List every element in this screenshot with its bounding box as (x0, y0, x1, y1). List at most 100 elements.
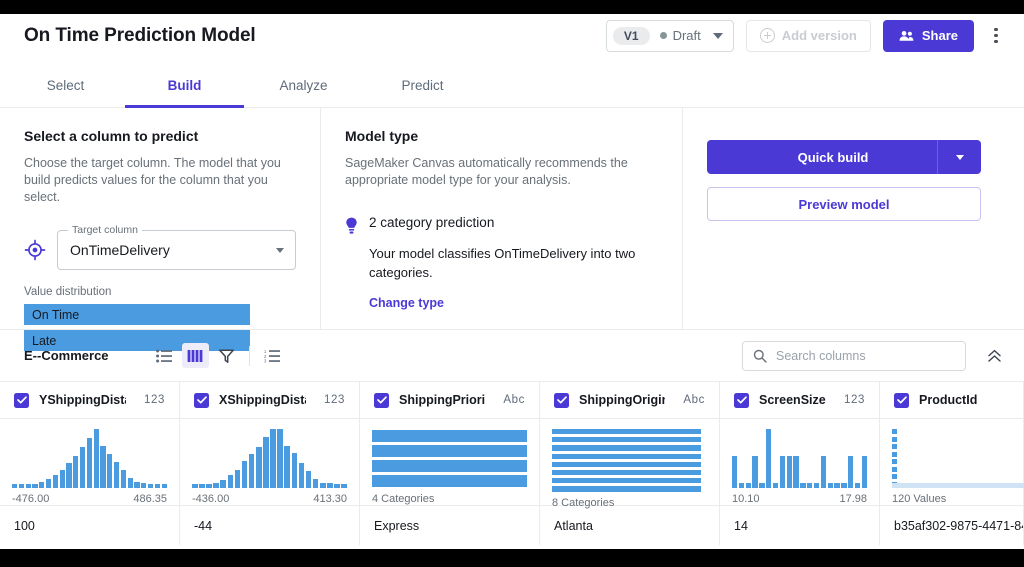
chevron-double-up-icon[interactable] (982, 344, 1006, 368)
share-button[interactable]: Share (882, 19, 974, 52)
add-version-button[interactable]: Add version (745, 19, 871, 52)
quick-build-label: Quick build (797, 149, 869, 165)
dataset-name: E--Commerce (24, 348, 109, 363)
histogram-bar (820, 455, 827, 488)
column-checkbox[interactable] (194, 392, 209, 408)
build-area: Select a column to predict Choose the ta… (0, 108, 1024, 351)
column-header[interactable]: ShippingPriority Abc (360, 382, 539, 419)
model-type-detail: Your model classifies OnTimeDelivery int… (369, 246, 636, 280)
histogram-bar (766, 429, 772, 488)
column-XShippingDistance: XShippingDistance 123 -436.00 413.30 -44 (180, 382, 360, 545)
app-header: On Time Prediction Model V1 Draft Add ve… (0, 8, 1024, 64)
histogram-bar (807, 482, 813, 488)
select-column-panel: Select a column to predict Choose the ta… (0, 108, 321, 351)
list-view-icon[interactable] (151, 343, 178, 368)
tab-analyze[interactable]: Analyze (244, 64, 363, 107)
histogram-range: 10.10 17.98 (732, 493, 867, 505)
version-selector[interactable]: V1 Draft (605, 19, 734, 52)
histogram-range: -476.00 486.35 (12, 493, 167, 505)
version-badge: V1 (612, 26, 650, 45)
histogram-bar (12, 483, 18, 488)
quick-build-dropdown[interactable] (937, 140, 981, 174)
histogram-bar (154, 483, 161, 488)
category-bar (552, 445, 701, 451)
select-column-heading: Select a column to predict (24, 128, 199, 144)
toolbar-right: Search columns (742, 340, 1006, 371)
identifier-count: 120 Values (892, 493, 947, 505)
column-header[interactable]: YShippingDistance 123 (0, 382, 179, 419)
tab-predict[interactable]: Predict (363, 64, 482, 107)
select-column-description: Choose the target column. The model that… (24, 156, 281, 204)
identifier-baseline (892, 483, 1024, 488)
ordered-list-icon[interactable]: 1 2 3 (259, 343, 286, 368)
table-cell: Express (360, 505, 539, 545)
column-ShippingPriority: ShippingPriority Abc 4 Categories Expres… (360, 382, 540, 545)
filter-icon[interactable] (213, 343, 240, 368)
histogram-bar (220, 479, 227, 488)
histogram-bar (39, 482, 45, 488)
build-actions-panel: Quick build Preview model (683, 108, 1024, 329)
view-mode-switcher: 1 2 3 (151, 343, 286, 368)
histogram-bar (93, 429, 99, 488)
histogram-bar (107, 453, 113, 488)
histogram-bar (79, 446, 86, 488)
quick-build-button[interactable]: Quick build (707, 140, 981, 174)
toolbar-divider (248, 345, 250, 366)
column-header[interactable]: ScreenSize 123 (720, 382, 879, 419)
target-column-row: Target column OnTimeDelivery (24, 224, 296, 270)
people-icon (899, 30, 914, 41)
table-cell: 14 (720, 505, 879, 545)
search-columns-box[interactable]: Search columns (742, 340, 966, 371)
kebab-menu-icon[interactable] (986, 24, 1006, 48)
tab-select[interactable]: Select (6, 64, 125, 107)
histogram-bar (312, 478, 319, 488)
column-category-chart: 4 Categories (360, 419, 539, 505)
header-actions: V1 Draft Add version Share (605, 19, 1006, 52)
histogram-bar (141, 483, 147, 488)
target-icon (24, 239, 46, 261)
category-bar (372, 430, 527, 442)
model-type-recommendation: 2 category prediction Your model classif… (345, 215, 658, 312)
histogram-bar (752, 455, 758, 488)
identifier-summary: 120 Values (892, 493, 1011, 505)
chevron-down-icon[interactable] (276, 247, 284, 253)
category-bar (372, 445, 527, 457)
column-type: 123 (144, 394, 165, 406)
column-YShippingDistance: YShippingDistance 123 -476.00 486.35 100 (0, 382, 180, 545)
model-type-text: 2 category prediction Your model classif… (369, 215, 658, 312)
category-bars (552, 429, 707, 492)
column-header[interactable]: ProductId (880, 382, 1023, 419)
column-checkbox[interactable] (554, 392, 569, 408)
column-ProductId: ProductId 120 Values b35af302-9875-4471-… (880, 382, 1024, 545)
status-dot-icon (659, 32, 667, 39)
column-checkbox[interactable] (14, 392, 29, 408)
histogram-bar (255, 446, 262, 488)
column-checkbox[interactable] (734, 392, 749, 408)
plus-circle-icon (759, 28, 775, 43)
column-checkbox[interactable] (374, 392, 389, 408)
histogram-bar (248, 453, 255, 488)
histogram-bar (298, 463, 305, 488)
target-column-select[interactable]: Target column OnTimeDelivery (57, 224, 296, 270)
change-type-link[interactable]: Change type (369, 296, 444, 310)
column-checkbox[interactable] (894, 392, 909, 408)
column-identifier-chart: 120 Values (880, 419, 1024, 505)
tab-build[interactable]: Build (125, 64, 244, 108)
chevron-down-icon[interactable] (712, 32, 723, 39)
value-distribution-label: Value distribution (24, 286, 112, 298)
histogram-bar (841, 482, 847, 488)
target-column-value: OnTimeDelivery (70, 242, 170, 258)
histogram-bar (199, 484, 205, 488)
category-summary: 4 Categories (372, 493, 527, 505)
histogram-bar (813, 482, 820, 488)
histogram-bar (305, 471, 312, 488)
add-version-label: Add version (781, 28, 857, 43)
preview-model-button[interactable]: Preview model (707, 187, 981, 221)
column-header[interactable]: ShippingOrigin Abc (540, 382, 719, 419)
status-badge: Draft (659, 28, 701, 43)
histogram-bar (291, 452, 298, 488)
share-label: Share (921, 28, 958, 43)
column-header[interactable]: XShippingDistance 123 (180, 382, 359, 419)
search-input[interactable]: Search columns (776, 349, 866, 363)
column-view-icon[interactable] (181, 343, 209, 368)
